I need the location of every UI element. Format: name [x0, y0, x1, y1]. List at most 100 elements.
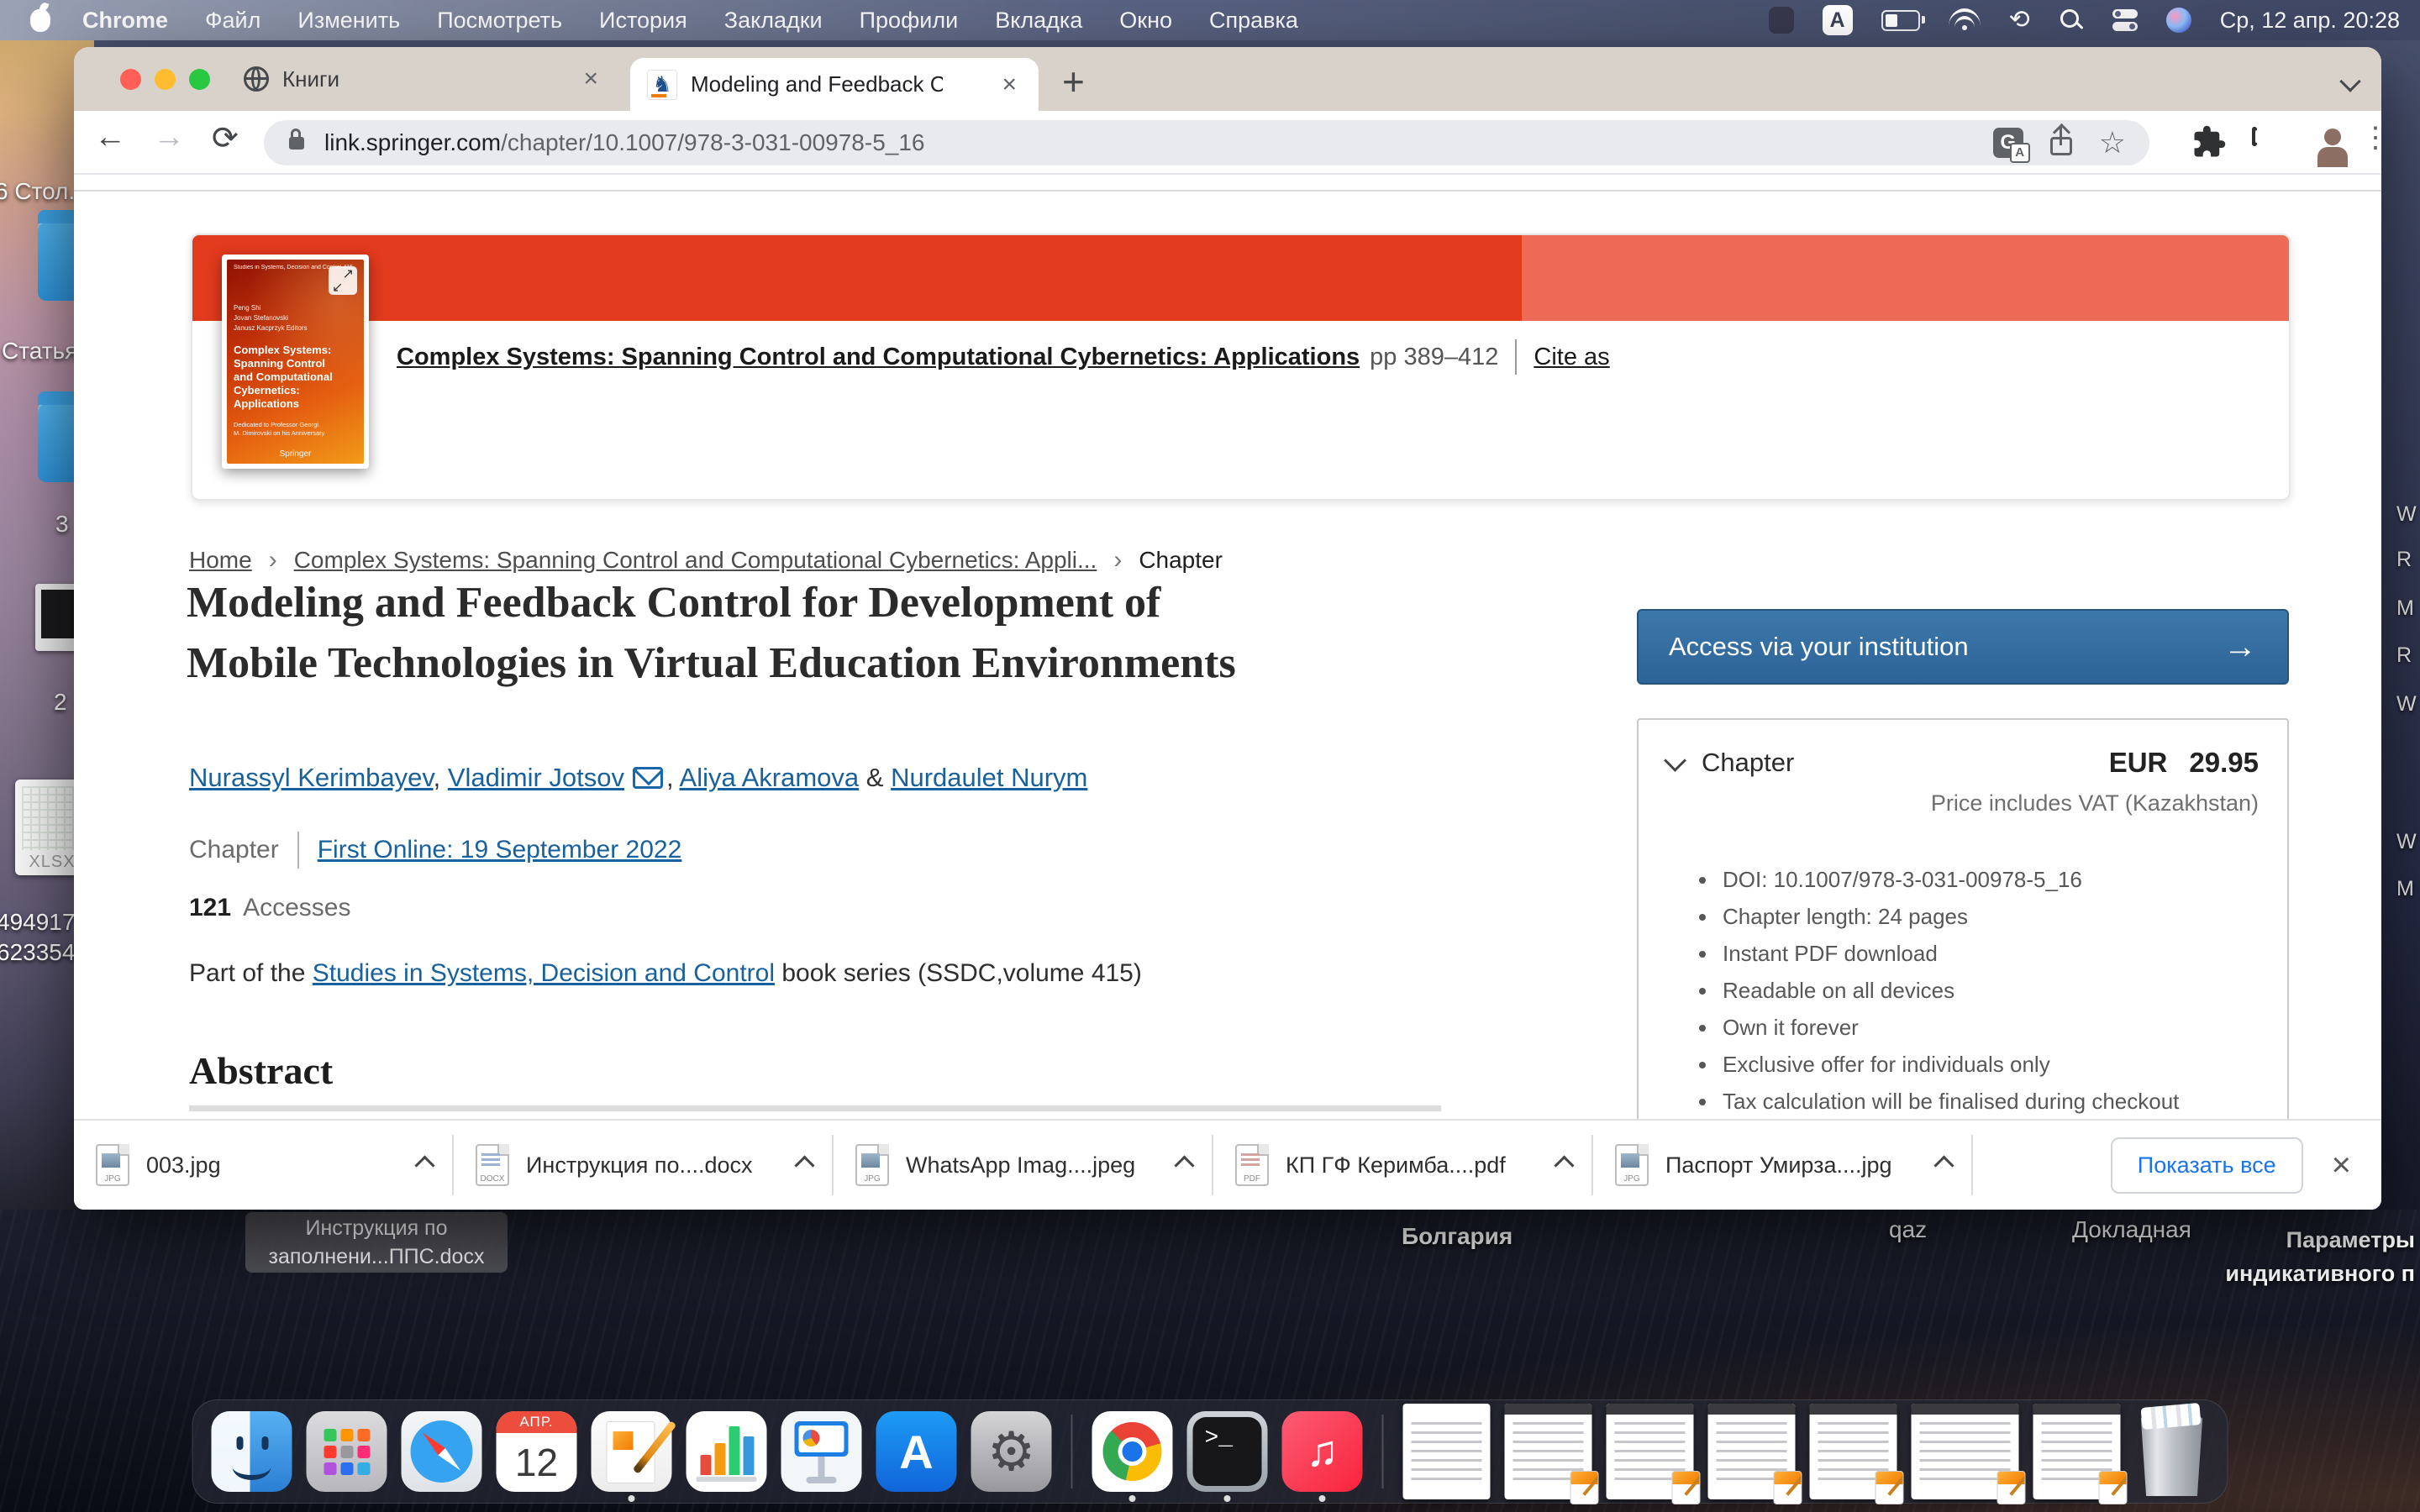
tab-modeling-active[interactable]: ♞ Modeling and Feedback Contr × [630, 58, 1039, 111]
bookmark-star-icon[interactable]: ☆ [2099, 128, 2126, 158]
battery-icon[interactable] [1881, 10, 1920, 31]
screen: 6 Стол... Статья 3 2 XLSX 494917 623354.… [0, 0, 2420, 1512]
dock-terminal-icon[interactable]: >_ [1187, 1411, 1268, 1492]
book-cover[interactable]: Studies in Systems, Decision and Control… [222, 255, 369, 469]
forward-button[interactable]: → [153, 119, 185, 155]
close-shelf-icon[interactable]: × [2332, 1147, 2351, 1184]
dock-settings-icon[interactable]: ⚙ [971, 1411, 1052, 1492]
document-thumbnail[interactable] [2033, 1404, 2121, 1499]
desktop-icon-label-fragment: M [2396, 596, 2414, 621]
globe-favicon [244, 66, 269, 92]
document-thumbnail[interactable] [1708, 1404, 1796, 1499]
dock-numbers-icon[interactable] [687, 1411, 767, 1492]
document-thumbnail[interactable] [1912, 1404, 2019, 1499]
dock-launchpad-icon[interactable] [307, 1411, 387, 1492]
accesses-count: 121 [189, 894, 231, 921]
author-link[interactable]: Aliya Akramova [680, 763, 860, 792]
menu-edit[interactable]: Изменить [297, 8, 400, 34]
download-item[interactable]: JPG Паспорт Умирза....jpg [1593, 1135, 1973, 1195]
dock-chrome-icon[interactable] [1092, 1411, 1173, 1492]
more-menu-icon[interactable]: ⋮ [2361, 119, 2381, 156]
breadcrumb-book-link[interactable]: Complex Systems: Spanning Control and Co… [294, 547, 1097, 574]
desktop-file-label[interactable]: Инструкция по заполнени...ППС.docx [245, 1212, 508, 1273]
dock-appstore-icon[interactable]: A [876, 1411, 957, 1492]
tab-knigi[interactable]: Книги × [234, 47, 620, 111]
lock-icon[interactable] [289, 137, 304, 150]
input-source-icon[interactable]: A [1823, 5, 1853, 35]
email-envelope-icon[interactable] [633, 767, 663, 789]
book-title-link[interactable]: Complex Systems: Spanning Control and Co… [397, 344, 1360, 371]
siri-icon[interactable] [2166, 8, 2191, 33]
back-button[interactable]: ← [94, 119, 126, 155]
menu-help[interactable]: Справка [1209, 8, 1298, 34]
author-link[interactable]: Nurdaulet Nurym [891, 763, 1087, 792]
chevron-up-icon[interactable] [1933, 1155, 1954, 1175]
series-link[interactable]: Studies in Systems, Decision and Control [313, 959, 775, 987]
dock-calendar-icon[interactable]: АПР. 12 [497, 1411, 577, 1492]
side-panel-icon[interactable] [2252, 127, 2257, 146]
address-bar[interactable]: link.springer.com/chapter/10.1007/978-3-… [264, 120, 2149, 165]
menu-profiles[interactable]: Профили [860, 8, 959, 34]
tab-close-icon[interactable]: × [583, 65, 598, 93]
menu-extra-icon[interactable] [1769, 7, 1794, 34]
spotlight-search-icon[interactable] [2059, 8, 2084, 33]
chevron-down-icon[interactable] [1664, 749, 1686, 772]
window-zoom-button[interactable] [189, 69, 210, 90]
accesses-label: Accesses [243, 894, 350, 921]
first-online-link[interactable]: First Online: 19 September 2022 [318, 836, 682, 864]
reload-button[interactable]: ⟳ [212, 119, 239, 157]
cite-as-link[interactable]: Cite as [1534, 344, 1609, 371]
dock-safari-icon[interactable] [402, 1411, 482, 1492]
apple-menu-icon[interactable] [30, 9, 50, 32]
new-tab-button[interactable]: + [1062, 59, 1085, 104]
dock-finder-icon[interactable] [212, 1411, 292, 1492]
expand-cover-icon[interactable]: ↗↙ [329, 266, 357, 295]
wifi-icon[interactable] [1949, 8, 1981, 32]
window-minimize-button[interactable] [155, 69, 176, 90]
document-thumbnail[interactable] [1403, 1404, 1491, 1499]
dock-keynote-icon[interactable] [781, 1411, 862, 1492]
download-item[interactable]: PDF КП ГФ Керимба....pdf [1213, 1135, 1593, 1195]
control-center-icon[interactable] [2112, 9, 2138, 31]
author-link[interactable]: Vladimir Jotsov [448, 763, 624, 792]
arrow-right-icon: → [2223, 628, 2257, 666]
document-thumbnail[interactable] [1607, 1404, 1694, 1499]
menu-clock[interactable]: Ср, 12 апр. 20:28 [2220, 8, 2400, 34]
menu-tab[interactable]: Вкладка [995, 8, 1082, 34]
chevron-up-icon[interactable] [414, 1155, 434, 1175]
menu-bookmarks[interactable]: Закладки [724, 8, 823, 34]
document-thumbnail[interactable] [1810, 1404, 1897, 1499]
access-institution-button[interactable]: Access via your institution → [1637, 609, 2289, 685]
translate-icon[interactable]: G [1993, 128, 2023, 158]
share-icon[interactable] [2049, 127, 2074, 159]
chevron-up-icon[interactable] [1174, 1155, 1194, 1175]
breadcrumb-home-link[interactable]: Home [189, 547, 252, 574]
tab-close-icon[interactable]: × [1002, 71, 1017, 99]
time-machine-icon[interactable]: ⟲ [2009, 8, 2030, 32]
divider [297, 832, 299, 869]
window-close-button[interactable] [120, 69, 141, 90]
dock-music-icon[interactable]: ♫ [1282, 1411, 1363, 1492]
menu-file[interactable]: Файл [205, 8, 260, 34]
extensions-puzzle-icon[interactable] [2191, 124, 2227, 164]
menu-app-name[interactable]: Chrome [82, 8, 168, 34]
document-thumbnail[interactable] [1505, 1404, 1592, 1499]
menu-window[interactable]: Окно [1119, 8, 1172, 34]
pages-badge-icon [1997, 1471, 2026, 1504]
dock-pages-icon[interactable] [592, 1411, 672, 1492]
menu-status-area: A ⟲ Ср, 12 апр. 20:28 [1769, 5, 2420, 35]
download-item[interactable]: DOCX Инструкция по....docx [454, 1135, 834, 1195]
download-item[interactable]: JPG 003.jpg [74, 1135, 454, 1195]
chevron-up-icon[interactable] [794, 1155, 814, 1175]
pdf-file-icon: PDF [1235, 1144, 1269, 1186]
show-all-downloads-button[interactable]: Показать все [2111, 1137, 2303, 1194]
author-link[interactable]: Nurassyl Kerimbayev [189, 763, 434, 792]
chevron-up-icon[interactable] [1554, 1155, 1574, 1175]
download-filename: 003.jpg [146, 1152, 221, 1179]
download-item[interactable]: JPG WhatsApp Imag....jpeg [834, 1135, 1213, 1195]
dock-trash-icon[interactable] [2135, 1405, 2209, 1498]
desktop-item-label: qaz [1889, 1216, 1927, 1243]
menu-history[interactable]: История [599, 8, 687, 34]
tab-search-chevron-icon[interactable] [2339, 71, 2360, 92]
menu-view[interactable]: Посмотреть [437, 8, 562, 34]
